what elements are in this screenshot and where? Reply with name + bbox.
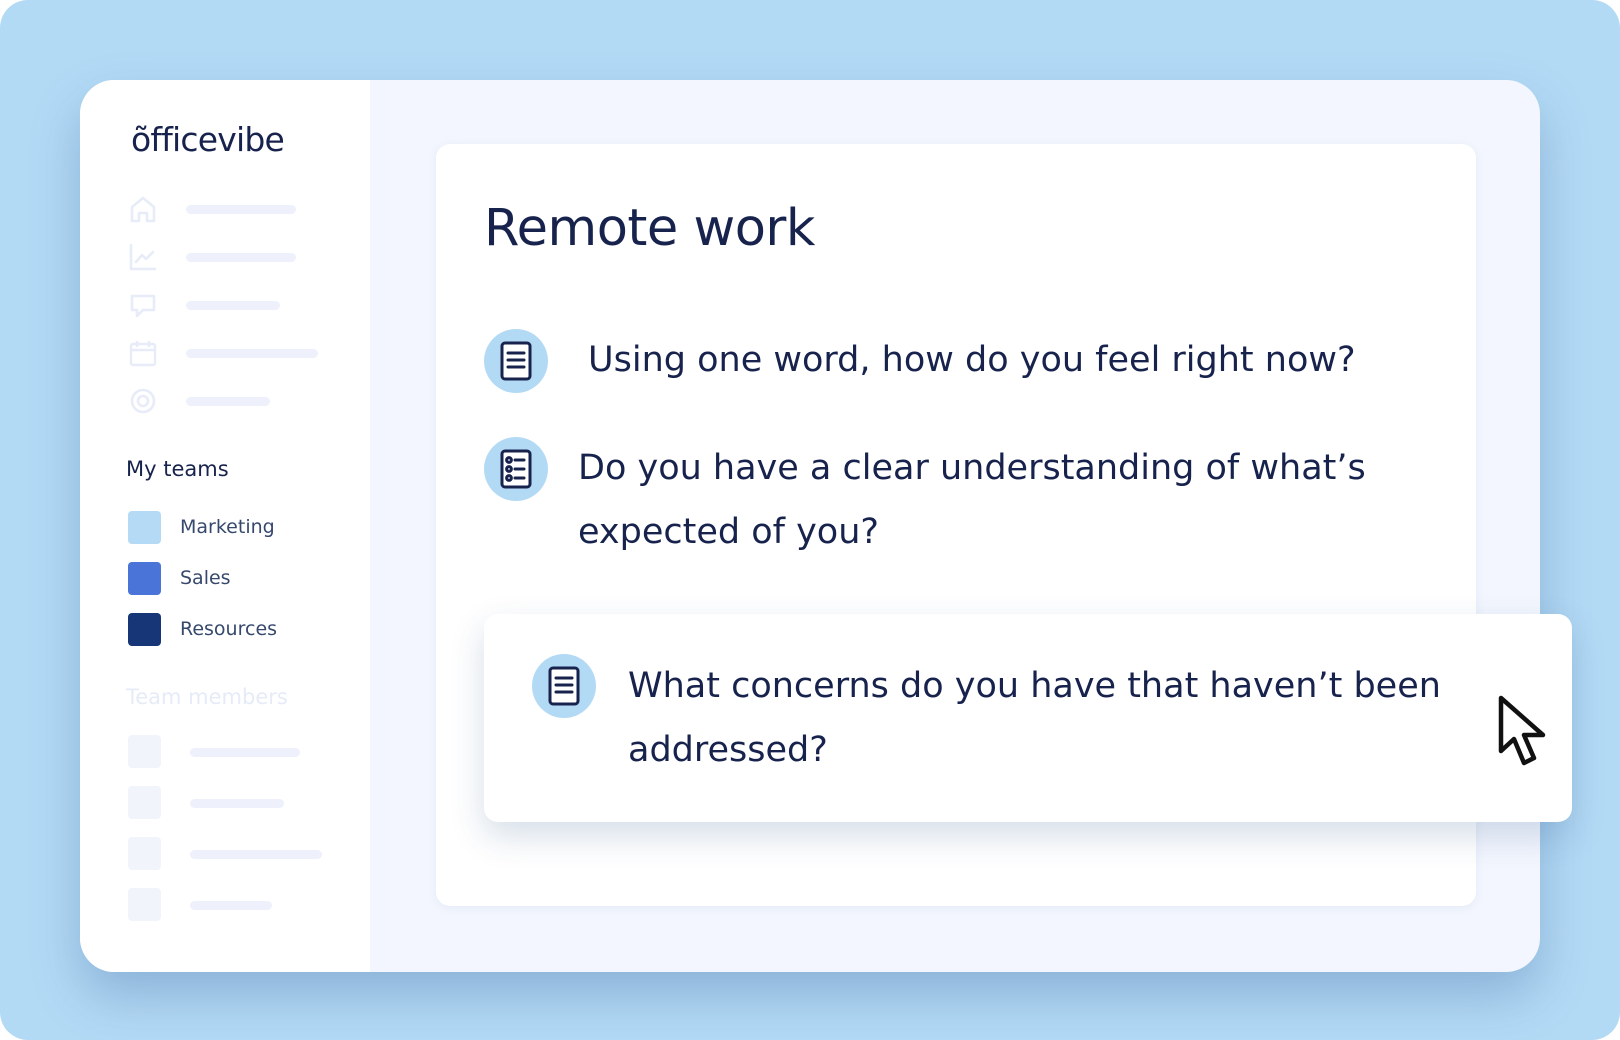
team-name: Marketing	[180, 516, 275, 538]
sidebar: õfficevibe My teams Marketing Sales Reso…	[80, 80, 370, 972]
mouse-cursor-icon	[1498, 695, 1546, 766]
avatar	[128, 786, 161, 819]
checklist-icon	[484, 437, 548, 501]
chat-icon	[128, 290, 158, 320]
nav-label-placeholder	[186, 205, 296, 214]
avatar	[128, 735, 161, 768]
nav-label-placeholder	[186, 397, 270, 406]
nav-label-placeholder	[186, 253, 296, 262]
avatar	[128, 837, 161, 870]
team-color-swatch	[128, 562, 161, 595]
team-color-swatch	[128, 613, 161, 646]
sidebar-item-conversations[interactable]	[128, 286, 338, 322]
question-text: Do you have a clear understanding of wha…	[578, 448, 1366, 552]
calendar-icon	[128, 338, 158, 368]
chart-icon	[128, 242, 158, 272]
member-name-placeholder	[190, 850, 322, 859]
avatar	[128, 888, 161, 921]
team-name: Resources	[180, 618, 278, 640]
team-name: Sales	[180, 567, 231, 589]
team-member-placeholder[interactable]	[128, 837, 348, 871]
team-item-marketing[interactable]: Marketing	[128, 511, 348, 545]
member-name-placeholder	[190, 748, 300, 757]
home-icon	[128, 194, 158, 224]
team-item-resources[interactable]: Resources	[128, 613, 348, 647]
team-members-heading: Team members	[126, 685, 288, 709]
nav-label-placeholder	[186, 349, 318, 358]
app-window: õfficevibe My teams Marketing Sales Reso…	[80, 80, 1540, 972]
member-name-placeholder	[190, 901, 272, 910]
team-member-placeholder[interactable]	[128, 735, 348, 769]
member-name-placeholder	[190, 799, 284, 808]
survey-title: Remote work	[484, 199, 815, 258]
sidebar-item-goals[interactable]	[128, 382, 338, 418]
document-icon	[532, 654, 596, 718]
document-icon	[484, 329, 548, 393]
sidebar-item-home[interactable]	[128, 190, 338, 226]
team-member-placeholder[interactable]	[128, 786, 348, 820]
officevibe-logo: õfficevibe	[131, 120, 285, 159]
question-text: What concerns do you have that haven’t b…	[628, 666, 1441, 770]
team-color-swatch	[128, 511, 161, 544]
highlighted-question-card[interactable]: What concerns do you have that haven’t b…	[484, 614, 1572, 822]
team-member-placeholder[interactable]	[128, 888, 348, 922]
nav-label-placeholder	[186, 301, 280, 310]
target-icon	[128, 386, 158, 416]
sidebar-item-one-on-ones[interactable]	[128, 334, 338, 370]
team-item-sales[interactable]: Sales	[128, 562, 348, 596]
question-text: Using one word, how do you feel right no…	[588, 340, 1356, 380]
my-teams-heading: My teams	[126, 457, 229, 481]
sidebar-item-analytics[interactable]	[128, 238, 338, 274]
